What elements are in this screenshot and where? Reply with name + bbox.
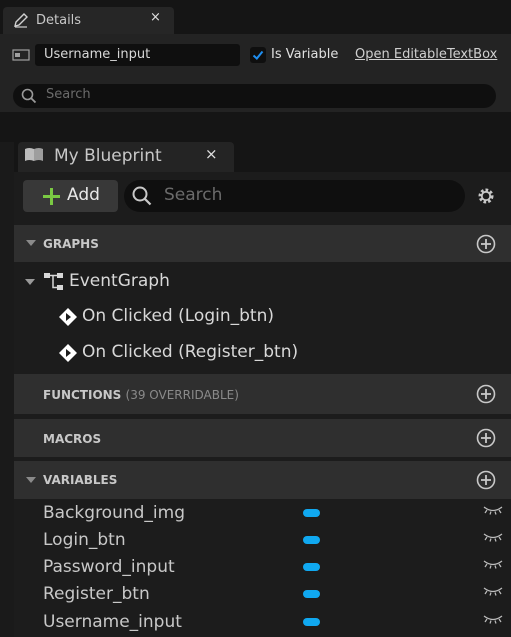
add-button-label: Add [67,185,100,205]
add-circle-icon[interactable] [476,470,496,490]
eye-closed-icon[interactable] [483,505,503,515]
variable-type-pill [303,563,320,571]
variable-item-background-img[interactable]: Background_img [43,503,185,523]
add-circle-icon[interactable] [476,384,496,404]
variable-type-pill [303,509,320,517]
add-circle-icon[interactable] [476,234,496,254]
variable-item-login-btn[interactable]: Login_btn [43,530,126,550]
variables-section-label: VARIABLES [43,473,118,487]
eye-closed-icon[interactable] [483,586,503,596]
functions-label: FUNCTIONS [43,388,122,402]
functions-section-label: FUNCTIONS (39 OVERRIDABLE) [43,388,239,402]
book-icon [25,148,43,161]
variable-type-pill [303,618,320,626]
macros-section-label: MACROS [43,432,102,446]
graph-icon [44,273,63,290]
event-diamond-icon [59,344,77,362]
plus-icon [43,188,60,205]
caret-down-icon[interactable] [24,278,36,286]
panel-divider [0,112,511,142]
event-diamond-icon [59,308,77,326]
details-search-placeholder: Search [46,87,91,102]
caret-down-icon[interactable] [25,476,37,484]
caret-down-icon[interactable] [25,239,37,247]
details-close-button[interactable]: × [150,10,161,25]
widget-name-input[interactable]: Username_input [35,44,240,66]
blueprint-search-placeholder: Search [164,185,223,205]
is-variable-label: Is Variable [271,47,339,62]
graphs-section-label: GRAPHS [43,237,99,251]
event-item-login-clicked[interactable]: On Clicked (Login_btn) [82,306,274,326]
widget-icon [12,49,30,61]
search-icon [132,186,152,206]
details-tab-title: Details [36,13,82,28]
event-item-register-clicked[interactable]: On Clicked (Register_btn) [82,342,298,362]
eye-closed-icon[interactable] [483,559,503,569]
blueprint-tab-title: My Blueprint [54,146,162,166]
open-editable-textbox-link[interactable]: Open EditableTextBox [355,47,497,62]
variable-item-register-btn[interactable]: Register_btn [43,584,150,604]
gear-icon[interactable] [476,186,496,206]
search-icon [21,88,37,104]
is-variable-checkbox[interactable] [250,47,266,63]
eye-closed-icon[interactable] [483,614,503,624]
blueprint-close-button[interactable]: × [205,145,218,163]
add-circle-icon[interactable] [476,428,496,448]
event-graph-item[interactable]: EventGraph [69,271,170,291]
variable-type-pill [303,536,320,544]
variable-item-password-input[interactable]: Password_input [43,557,175,577]
checkmark-icon [252,50,264,60]
variable-type-pill [303,590,320,598]
functions-overridable-count: (39 OVERRIDABLE) [125,388,239,402]
pencil-icon [14,13,28,28]
eye-closed-icon[interactable] [483,532,503,542]
variable-item-username-input[interactable]: Username_input [43,612,182,632]
